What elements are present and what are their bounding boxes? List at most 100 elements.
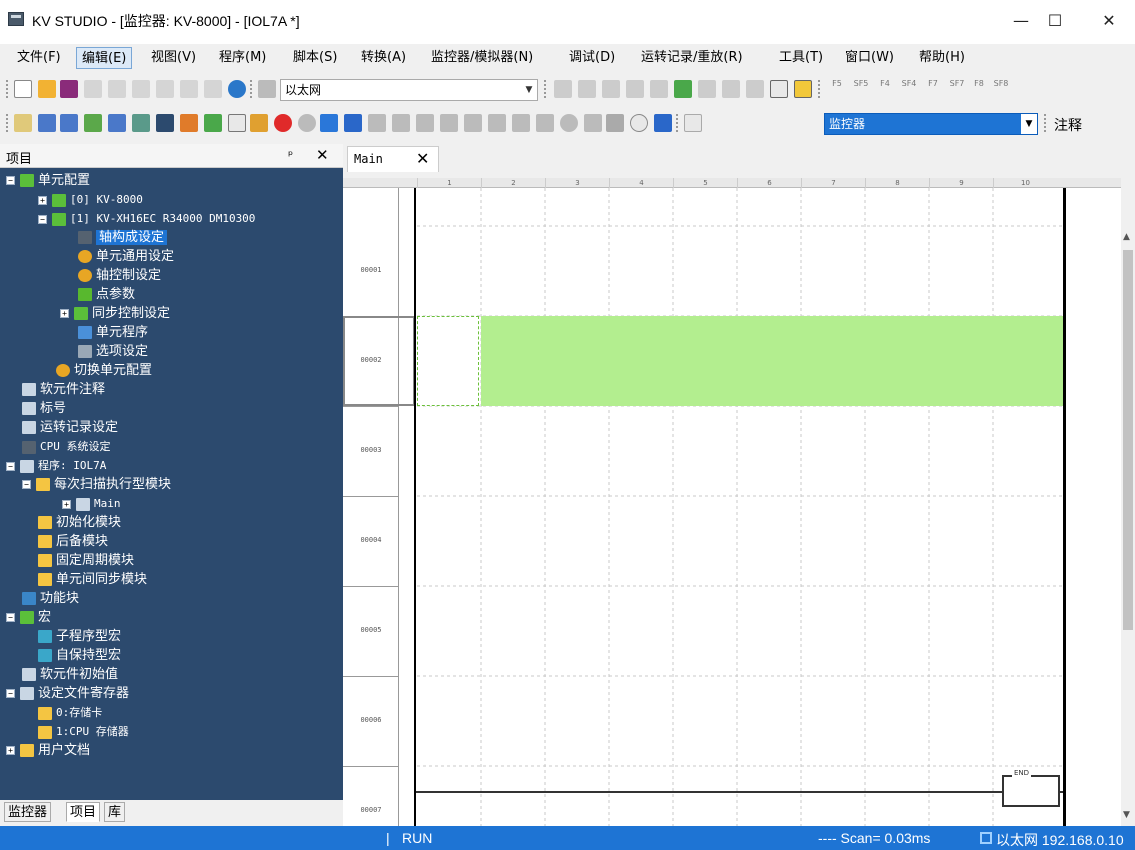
f5-contact-icon[interactable]: F5 [828,79,846,88]
play-icon[interactable] [320,114,338,132]
tree-item-main[interactable]: + Main [62,494,121,513]
close-tab-icon[interactable]: ✕ [416,149,429,168]
skip-back-icon[interactable] [392,114,410,132]
hand-icon[interactable] [584,114,602,132]
collapse-icon[interactable]: − [22,480,31,489]
step-down-icon[interactable] [488,114,506,132]
rung-number[interactable]: 00003 [343,446,399,454]
maximize-button[interactable]: ☐ [1032,6,1078,36]
tree-item-memory-card[interactable]: 0:存储卡 [38,703,102,722]
tab-monitor[interactable]: 监控器 [4,802,52,822]
tree-item-unit-program[interactable]: 单元程序 [78,323,148,342]
menu-edit[interactable]: 编辑(E) [76,47,133,69]
tree-item-switch-unit-config[interactable]: 切换单元配置 [56,361,152,380]
toolbar-grip[interactable] [6,114,10,132]
tree-item-inter-unit-sync-module[interactable]: 单元间同步模块 [38,570,147,589]
tree-item-kv8000[interactable]: + [0] KV-8000 [38,190,143,209]
tree-item-device-comment[interactable]: 软元件注释 [22,380,105,399]
tree-item-function-block[interactable]: 功能块 [22,589,79,608]
collapse-icon[interactable]: − [38,214,47,224]
rung-number[interactable]: 00005 [343,626,399,634]
record-icon[interactable] [274,114,292,132]
sf7-coil-icon[interactable]: SF7 [948,79,966,88]
collapse-icon[interactable]: − [6,689,15,698]
register-icon[interactable] [132,114,150,132]
batch-monitor-icon[interactable] [722,80,740,98]
tree-item-subroutine-macro[interactable]: 子程序型宏 [38,627,121,646]
menu-script[interactable]: 脚本(S) [288,47,342,69]
comment-toggle[interactable]: 注释 [1054,115,1082,135]
tree-item-axis-config[interactable]: 轴构成设定 [78,228,168,247]
menu-window[interactable]: 窗口(W) [840,47,899,69]
list-alt-icon[interactable] [60,114,78,132]
connection-select[interactable]: 以太网 ▼ [280,79,538,101]
save-all-icon[interactable] [84,80,102,98]
sf5-contact-icon[interactable]: SF5 [852,79,870,88]
toolbar-grip[interactable] [6,80,10,98]
tree-item-axis-control[interactable]: 轴控制设定 [78,266,161,285]
step-forward-icon[interactable] [464,114,482,132]
timer-icon[interactable] [630,114,648,132]
step-up-icon[interactable] [416,114,434,132]
tree-item-file-register[interactable]: − 设定文件寄存器 [6,684,129,703]
expand-icon[interactable]: + [60,309,69,318]
expand-icon[interactable]: + [62,499,71,509]
comm-settings-icon[interactable] [258,80,276,98]
rung-number[interactable]: 00004 [343,536,399,544]
toolbar-grip[interactable] [676,114,680,132]
toolbar-grip[interactable] [250,80,254,98]
stop-circle-icon[interactable] [560,114,578,132]
pause-icon[interactable] [368,114,386,132]
f4-contact-icon[interactable]: F4 [876,79,894,88]
tree-item-point-params[interactable]: 点参数 [78,285,135,304]
graph-icon[interactable] [108,114,126,132]
tree-item-cpu-system[interactable]: CPU 系统设定 [22,437,111,456]
open-folder-icon[interactable] [38,80,56,98]
tab-library[interactable]: 库 [104,802,126,822]
close-button[interactable]: ✕ [1086,6,1132,36]
f8-line-icon[interactable]: F8 [970,79,988,88]
collapse-icon[interactable]: − [6,461,15,471]
menu-monitor-simulator[interactable]: 监控器/模拟器(N) [426,47,538,69]
menu-convert[interactable]: 转换(A) [356,47,411,69]
copy-project-icon[interactable] [156,80,174,98]
vertical-scrollbar[interactable]: ▲ ▼ [1121,178,1135,826]
online-edit-icon[interactable] [674,80,692,98]
menu-tools[interactable]: 工具(T) [774,47,828,69]
toolbar-grip[interactable] [544,80,548,98]
menu-operation-record[interactable]: 运转记录/重放(R) [636,47,748,69]
print-preview-icon[interactable] [204,80,222,98]
import-icon[interactable] [132,80,150,98]
expand-icon[interactable]: + [6,746,15,755]
tree-item-kv-xh16ec[interactable]: − [1] KV-XH16EC R34000 DM10300 [38,209,255,228]
tree-item-unit-common[interactable]: 单元通用设定 [78,247,174,266]
tree-item-unit-config[interactable]: − 单元配置 [6,171,90,190]
tree-item-sync-control[interactable]: + 同步控制设定 [60,304,170,323]
search-icon[interactable] [650,80,668,98]
dev-edit-icon[interactable] [794,80,812,98]
step-back-icon[interactable] [440,114,458,132]
save-icon[interactable] [60,80,78,98]
transfer-icon[interactable] [626,80,644,98]
export-icon[interactable] [108,80,126,98]
menu-file[interactable]: 文件(F) [12,47,66,69]
tree-item-fixed-cycle-module[interactable]: 固定周期模块 [38,551,134,570]
watch-icon[interactable] [228,114,246,132]
toolbar-grip[interactable] [818,80,822,98]
menu-view[interactable]: 视图(V) [146,47,201,69]
scrollbar-thumb[interactable] [1123,250,1133,630]
next-icon[interactable] [536,114,554,132]
end-instruction[interactable] [1002,775,1060,807]
tree-item-scan-module[interactable]: − 每次扫描执行型模块 [22,475,171,494]
print-icon[interactable] [180,80,198,98]
tree-item-cpu-memory[interactable]: 1:CPU 存储器 [38,722,129,741]
unit-icon[interactable] [156,114,174,132]
tab-project[interactable]: 项目 [66,802,101,822]
pin-icon[interactable]: ᵖ [288,148,293,162]
tree-item-label[interactable]: 标号 [22,399,66,418]
collapse-icon[interactable]: − [6,176,15,185]
f7-coil-icon[interactable]: F7 [924,79,942,88]
tree-item-program[interactable]: − 程序: IOL7A [6,456,106,475]
tree-item-device-init-value[interactable]: 软元件初始值 [22,665,118,684]
tree-item-macro[interactable]: − 宏 [6,608,51,627]
